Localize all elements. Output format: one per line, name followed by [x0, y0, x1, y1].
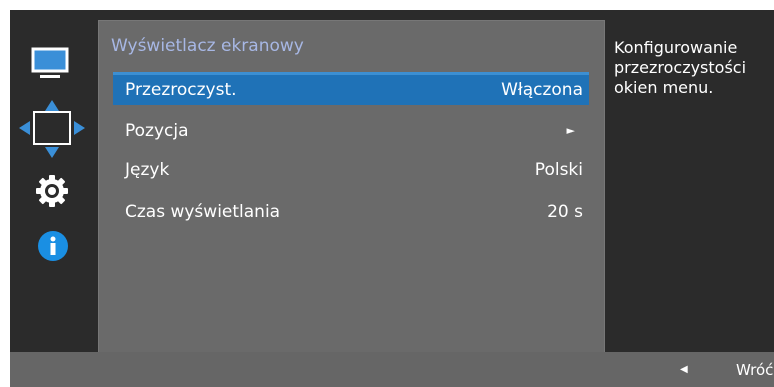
- description-text: Konfigurowanie przezroczystości okien me…: [614, 38, 747, 97]
- osd-screen: Wyświetlacz ekranowy Przezroczyst. Włącz…: [10, 10, 774, 387]
- menu-item-language[interactable]: Język Polski: [113, 155, 589, 187]
- category-sidebar: [10, 10, 90, 350]
- menu-item-value: Polski: [534, 160, 583, 180]
- menu-item-label: Przezroczyst.: [125, 80, 237, 100]
- menu-item-value: 20 s: [547, 202, 583, 222]
- panel-title: Wyświetlacz ekranowy: [111, 36, 304, 56]
- return-button[interactable]: Wróć: [736, 361, 773, 379]
- submenu-arrow-icon: ►: [566, 124, 575, 137]
- menu-item-label: Pozycja: [125, 121, 189, 141]
- settings-panel: Wyświetlacz ekranowy Przezroczyst. Włącz…: [98, 20, 605, 364]
- menu-item-display-time[interactable]: Czas wyświetlania 20 s: [113, 197, 589, 229]
- left-triangle-icon: ◀: [680, 364, 688, 375]
- gear-icon[interactable]: [35, 174, 69, 208]
- menu-item-label: Język: [125, 160, 170, 180]
- monitor-icon[interactable]: [30, 47, 70, 81]
- info-icon[interactable]: [37, 230, 69, 262]
- menu-item-position[interactable]: Pozycja ►: [113, 116, 589, 148]
- move-arrows-icon[interactable]: [17, 98, 87, 160]
- description-panel: Konfigurowanie przezroczystości okien me…: [606, 20, 774, 362]
- menu-item-label: Czas wyświetlania: [125, 202, 281, 222]
- footer-bar: ◀ Wróć: [10, 352, 774, 387]
- menu-item-transparency[interactable]: Przezroczyst. Włączona: [113, 72, 589, 105]
- menu-item-value: Włączona: [501, 80, 583, 100]
